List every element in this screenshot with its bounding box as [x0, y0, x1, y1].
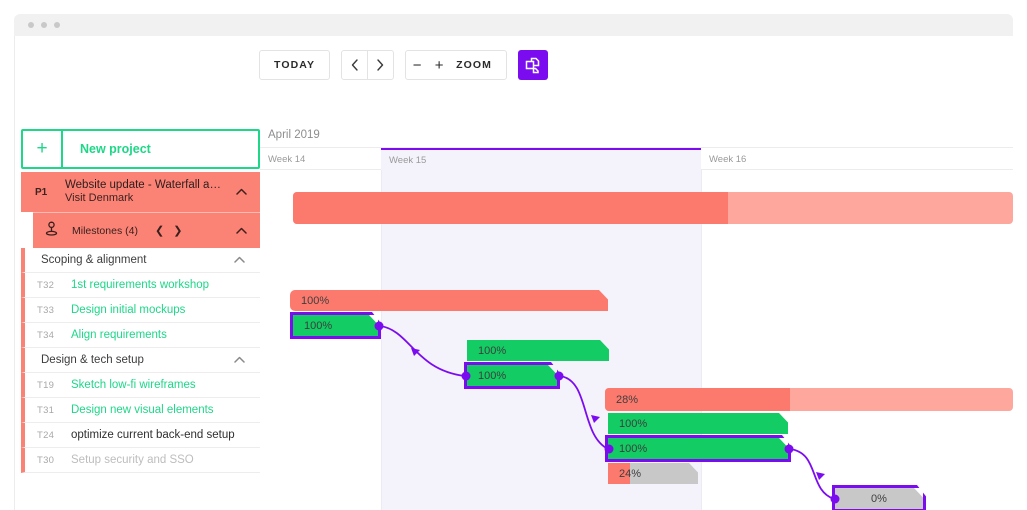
new-project-button[interactable]: + New project [21, 129, 260, 169]
window-dot-3 [54, 22, 60, 28]
timeline-week-header: Week 14 Week 15 Week 16 [260, 148, 1013, 170]
table-row[interactable]: T30 Setup security and SSO [21, 448, 260, 473]
bar-task-T32[interactable]: 100% [293, 315, 378, 336]
new-project-label: New project [80, 142, 151, 156]
milestone-pin-icon [45, 221, 58, 241]
timeline-month-label: April 2019 [260, 122, 1013, 148]
zoom-in-button[interactable]: + [428, 51, 450, 79]
week-column-14[interactable]: Week 14 [260, 148, 381, 170]
bar-task-T33[interactable]: 100% [467, 365, 557, 386]
task-id: T32 [37, 279, 55, 291]
window-titlebar [14, 14, 1013, 36]
project-summary-bar[interactable] [293, 192, 1013, 224]
timeline-grid: 100% 100% 100% 100% 28% 100% 100% 24% 0% [260, 170, 1013, 510]
chevron-up-icon[interactable] [234, 354, 245, 366]
bar-scoping-group[interactable]: 100% [290, 290, 608, 311]
project-sidebar: P1 Website update - Waterfall a… Visit D… [21, 172, 260, 473]
window-dot-1 [28, 22, 34, 28]
group-row-scoping[interactable]: Scoping & alignment [21, 248, 260, 273]
bar-task-24[interactable]: 24% [608, 463, 698, 484]
bar-shape [290, 290, 608, 311]
bar-progress-label: 28% [616, 393, 639, 406]
zoom-group: − + ZOOM [405, 50, 508, 80]
bar-progress-label: 0% [871, 492, 887, 505]
bar-progress-label: 100% [619, 442, 648, 455]
bar-progress-label: 100% [304, 319, 333, 332]
task-name: Align requirements [71, 329, 167, 341]
bar-progress-label: 24% [619, 467, 642, 480]
task-id: T34 [37, 329, 55, 341]
today-group: TODAY [259, 50, 331, 80]
table-row[interactable]: T19 Sketch low-fi wireframes [21, 373, 260, 398]
task-name: Design initial mockups [71, 304, 186, 316]
chevron-up-icon[interactable] [236, 186, 247, 198]
table-row[interactable]: T24 optimize current back-end setup [21, 423, 260, 448]
bar-progress-label: 100% [301, 294, 330, 307]
bar-progress [293, 192, 728, 224]
table-row[interactable]: T32 1st requirements workshop [21, 273, 260, 298]
milestones-nav-arrows[interactable]: ❮ ❯ [155, 224, 186, 237]
nav-group [341, 50, 395, 80]
table-row[interactable]: T31 Design new visual elements [21, 398, 260, 423]
task-id: T19 [37, 379, 55, 391]
week-column-16[interactable]: Week 16 [701, 148, 1013, 170]
bar-task-T31[interactable]: 100% [608, 438, 788, 459]
bar-task-T30[interactable]: 0% [835, 488, 923, 509]
today-button[interactable]: TODAY [260, 51, 329, 79]
table-row[interactable]: T34 Align requirements [21, 323, 260, 348]
plus-icon[interactable]: + [23, 131, 63, 167]
bar-progress-label: 100% [619, 417, 648, 430]
project-header-row[interactable]: P1 Website update - Waterfall a… Visit D… [21, 172, 260, 212]
zoom-label: ZOOM [456, 59, 493, 71]
task-id: T30 [37, 454, 55, 466]
project-text-block: Website update - Waterfall a… Visit Denm… [65, 178, 221, 206]
window-dot-2 [41, 22, 47, 28]
task-name: Setup security and SSO [71, 454, 194, 466]
app-window: TODAY − + ZOOM + New project P1 Website … [0, 0, 1027, 510]
bar-summary-28[interactable]: 28% [605, 388, 1013, 411]
gantt-toolbar: TODAY − + ZOOM [259, 50, 549, 80]
group-label: Scoping & alignment [41, 254, 147, 266]
bar-group-green-2[interactable]: 100% [608, 413, 788, 434]
task-name: Sketch low-fi wireframes [71, 379, 196, 391]
task-name: 1st requirements workshop [71, 279, 210, 291]
chevron-left-icon[interactable] [342, 51, 367, 79]
task-id: T24 [37, 429, 55, 441]
chevron-up-icon[interactable] [234, 254, 245, 266]
task-name: Design new visual elements [71, 404, 214, 416]
gantt-timeline: April 2019 Week 14 Week 15 Week 16 100% [260, 122, 1013, 510]
milestones-row[interactable]: Milestones (4) ❮ ❯ [33, 212, 260, 248]
duplicate-panels-icon[interactable] [518, 50, 549, 80]
bar-progress-label: 100% [478, 369, 507, 382]
chevron-right-icon[interactable] [368, 51, 393, 79]
project-subtitle: Visit Denmark [65, 192, 134, 205]
milestones-label: Milestones (4) [72, 224, 138, 237]
task-name: optimize current back-end setup [71, 429, 235, 441]
task-id: T31 [37, 404, 55, 416]
bar-progress-label: 100% [478, 344, 507, 357]
zoom-out-button[interactable]: − [406, 51, 428, 79]
group-label: Design & tech setup [41, 354, 144, 366]
bar-group-green[interactable]: 100% [467, 340, 609, 361]
project-id: P1 [35, 186, 48, 198]
task-id: T33 [37, 304, 55, 316]
chevron-up-icon[interactable] [236, 225, 247, 237]
table-row[interactable]: T33 Design initial mockups [21, 298, 260, 323]
project-title: Website update - Waterfall a… [65, 178, 221, 191]
week-column-15[interactable]: Week 15 [381, 148, 701, 170]
group-row-design[interactable]: Design & tech setup [21, 348, 260, 373]
